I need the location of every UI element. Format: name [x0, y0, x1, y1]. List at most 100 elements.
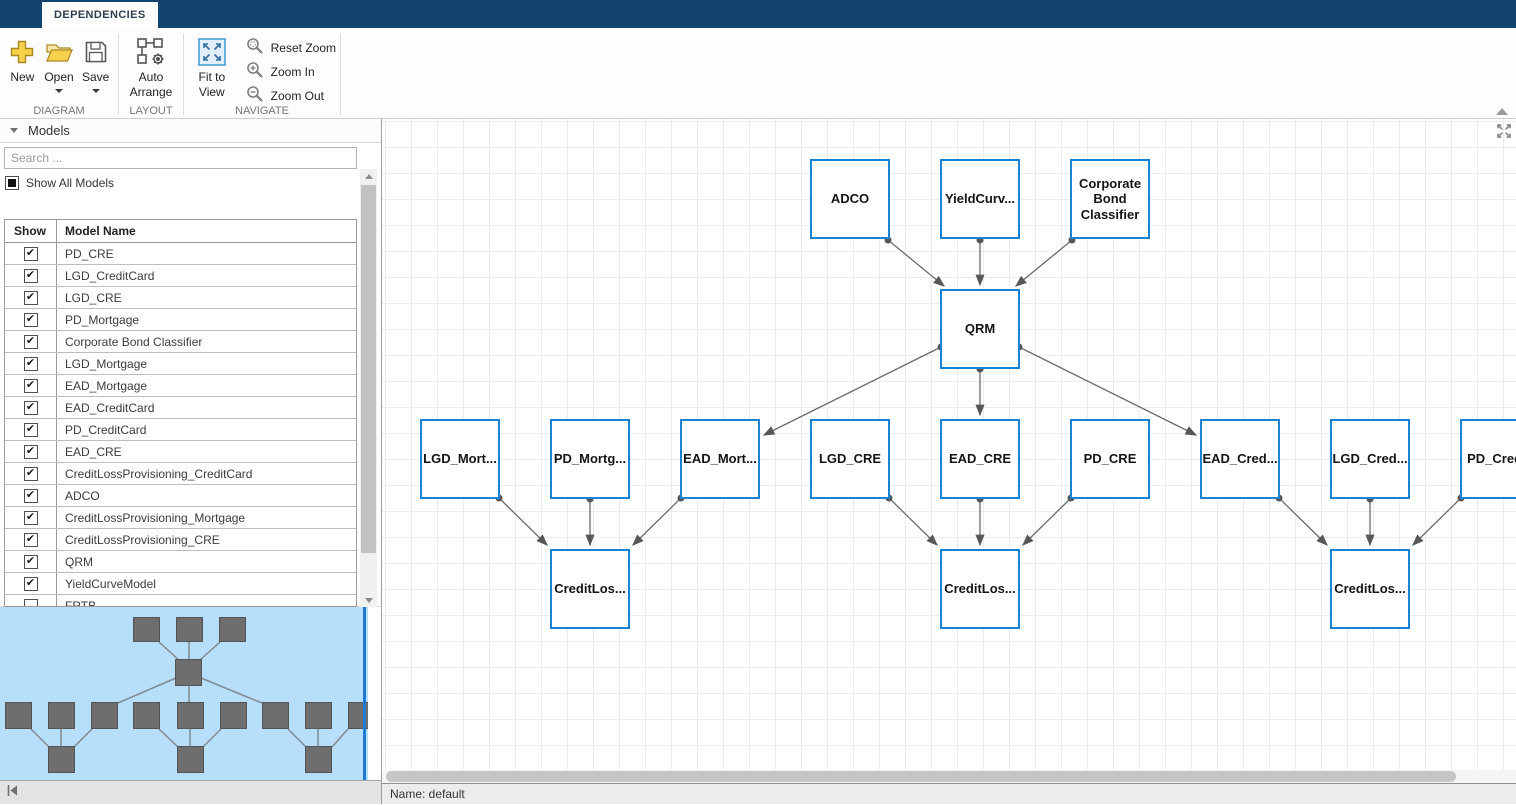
model-row[interactable]: YieldCurveModel: [5, 573, 356, 595]
models-title: Models: [28, 123, 70, 138]
open-dropdown-caret-icon[interactable]: [55, 89, 63, 93]
model-checkbox[interactable]: [23, 466, 38, 481]
model-row[interactable]: LGD_CreditCard: [5, 265, 356, 287]
minimap-node: [262, 702, 289, 729]
overview-minimap[interactable]: [0, 607, 368, 780]
model-checkbox[interactable]: [23, 290, 38, 305]
fit-to-view-button[interactable]: Fit to View: [188, 32, 236, 100]
minimap-node: [305, 702, 332, 729]
model-checkbox[interactable]: [23, 576, 38, 591]
model-name: EAD_CreditCard: [65, 400, 155, 415]
minimap-node: [133, 617, 160, 642]
diagram-canvas[interactable]: ADCO YieldCurv... Corporate Bond Classifie…: [382, 119, 1516, 783]
model-checkbox[interactable]: [23, 532, 38, 547]
diagram-name-label: Name: default: [390, 787, 465, 801]
model-checkbox[interactable]: [23, 422, 38, 437]
app-window: DEPENDENCIES New Open Save DIAGRAM Auto …: [0, 0, 1516, 805]
model-checkbox[interactable]: [23, 312, 38, 327]
model-row[interactable]: EAD_CreditCard: [5, 397, 356, 419]
model-row[interactable]: Corporate Bond Classifier: [5, 331, 356, 353]
model-row[interactable]: PD_CreditCard: [5, 419, 356, 441]
minimap-node: [133, 702, 160, 729]
models-section-header[interactable]: Models: [0, 119, 381, 143]
expand-icon[interactable]: [1495, 122, 1513, 145]
model-row[interactable]: PD_Mortgage: [5, 309, 356, 331]
reset-zoom-icon: [246, 37, 264, 60]
column-show: Show: [5, 220, 57, 242]
scroll-up-icon[interactable]: [360, 169, 377, 183]
node-pd-cre[interactable]: PD_CRE: [1070, 419, 1150, 499]
model-name: LGD_Mortgage: [65, 356, 148, 371]
model-checkbox[interactable]: [23, 378, 38, 393]
model-checkbox[interactable]: [23, 554, 38, 569]
search-input[interactable]: [4, 147, 357, 169]
tab-dependencies[interactable]: DEPENDENCIES: [42, 2, 158, 28]
model-row[interactable]: CreditLossProvisioning_Mortgage: [5, 507, 356, 529]
auto-arrange-icon: [136, 36, 166, 68]
node-creditloss3[interactable]: CreditLos...: [1330, 549, 1410, 629]
model-checkbox[interactable]: [23, 510, 38, 525]
collapse-panel-icon[interactable]: [5, 783, 20, 803]
canvas-hscrollbar-thumb[interactable]: [386, 771, 1456, 782]
model-row[interactable]: PD_CRE: [5, 243, 356, 265]
model-checkbox[interactable]: [23, 400, 38, 415]
node-corpbond[interactable]: Corporate Bond Classifier: [1070, 159, 1150, 239]
models-table: Show Model Name PD_CRE LGD_CreditCard LGD_…: [4, 219, 357, 607]
node-ead-cre[interactable]: EAD_CRE: [940, 419, 1020, 499]
node-pd-cred[interactable]: PD_Cred...: [1460, 419, 1516, 499]
model-row[interactable]: EAD_Mortgage: [5, 375, 356, 397]
model-checkbox[interactable]: [23, 268, 38, 283]
node-ead-mort[interactable]: EAD_Mort...: [680, 419, 760, 499]
node-lgd-cre[interactable]: LGD_CRE: [810, 419, 890, 499]
show-all-checkbox[interactable]: [5, 176, 19, 190]
title-bar: DEPENDENCIES: [0, 0, 1516, 28]
models-scrollbar[interactable]: [360, 169, 377, 607]
save-dropdown-caret-icon[interactable]: [91, 89, 100, 93]
model-name: PD_Mortgage: [65, 312, 140, 327]
scroll-down-icon[interactable]: [360, 593, 377, 607]
node-ead-cred[interactable]: EAD_Cred...: [1200, 419, 1280, 499]
model-name: FRTB: [65, 598, 97, 607]
zoom-in-icon: [246, 61, 264, 84]
node-qrm[interactable]: QRM: [940, 289, 1020, 369]
zoom-in-button[interactable]: Zoom In: [246, 60, 336, 84]
model-row[interactable]: LGD_Mortgage: [5, 353, 356, 375]
left-panel: Models Show All Models Show Model Name P…: [0, 119, 382, 804]
model-row[interactable]: CreditLossProvisioning_CreditCard: [5, 463, 356, 485]
node-pd-mortg[interactable]: PD_Mortg...: [550, 419, 630, 499]
show-all-models-row[interactable]: Show All Models: [5, 176, 114, 190]
node-creditloss2[interactable]: CreditLos...: [940, 549, 1020, 629]
models-scrollbar-thumb[interactable]: [361, 185, 376, 553]
auto-arrange-button[interactable]: Auto Arrange: [123, 32, 179, 100]
save-button[interactable]: Save: [77, 32, 114, 93]
reset-zoom-button[interactable]: Reset Zoom: [246, 36, 336, 60]
model-row[interactable]: LGD_CRE: [5, 287, 356, 309]
node-adco[interactable]: ADCO: [810, 159, 890, 239]
minimap-node: [5, 702, 32, 729]
minimap-node: [48, 746, 75, 773]
viewport-indicator-line[interactable]: [363, 607, 366, 780]
model-checkbox[interactable]: [23, 598, 38, 606]
collapse-models-icon: [10, 128, 18, 133]
model-checkbox[interactable]: [23, 356, 38, 371]
model-row[interactable]: QRM: [5, 551, 356, 573]
open-label: Open: [44, 70, 74, 84]
node-yieldcurve[interactable]: YieldCurv...: [940, 159, 1020, 239]
model-row[interactable]: CreditLossProvisioning_CRE: [5, 529, 356, 551]
node-lgd-cred[interactable]: LGD_Cred...: [1330, 419, 1410, 499]
node-lgd-mort[interactable]: LGD_Mort...: [420, 419, 500, 499]
open-button[interactable]: Open: [41, 32, 78, 93]
model-row[interactable]: EAD_CRE: [5, 441, 356, 463]
model-checkbox[interactable]: [23, 488, 38, 503]
model-row[interactable]: ADCO: [5, 485, 356, 507]
model-row[interactable]: FRTB: [5, 595, 356, 607]
canvas-hscrollbar[interactable]: [382, 770, 1516, 783]
section-diagram: New Open Save DIAGRAM: [0, 28, 118, 118]
collapse-toolstrip-icon[interactable]: [1496, 108, 1508, 115]
model-checkbox[interactable]: [23, 246, 38, 261]
model-name: EAD_Mortgage: [65, 378, 148, 393]
model-checkbox[interactable]: [23, 334, 38, 349]
model-checkbox[interactable]: [23, 444, 38, 459]
new-button[interactable]: New: [4, 32, 41, 85]
node-creditloss1[interactable]: CreditLos...: [550, 549, 630, 629]
